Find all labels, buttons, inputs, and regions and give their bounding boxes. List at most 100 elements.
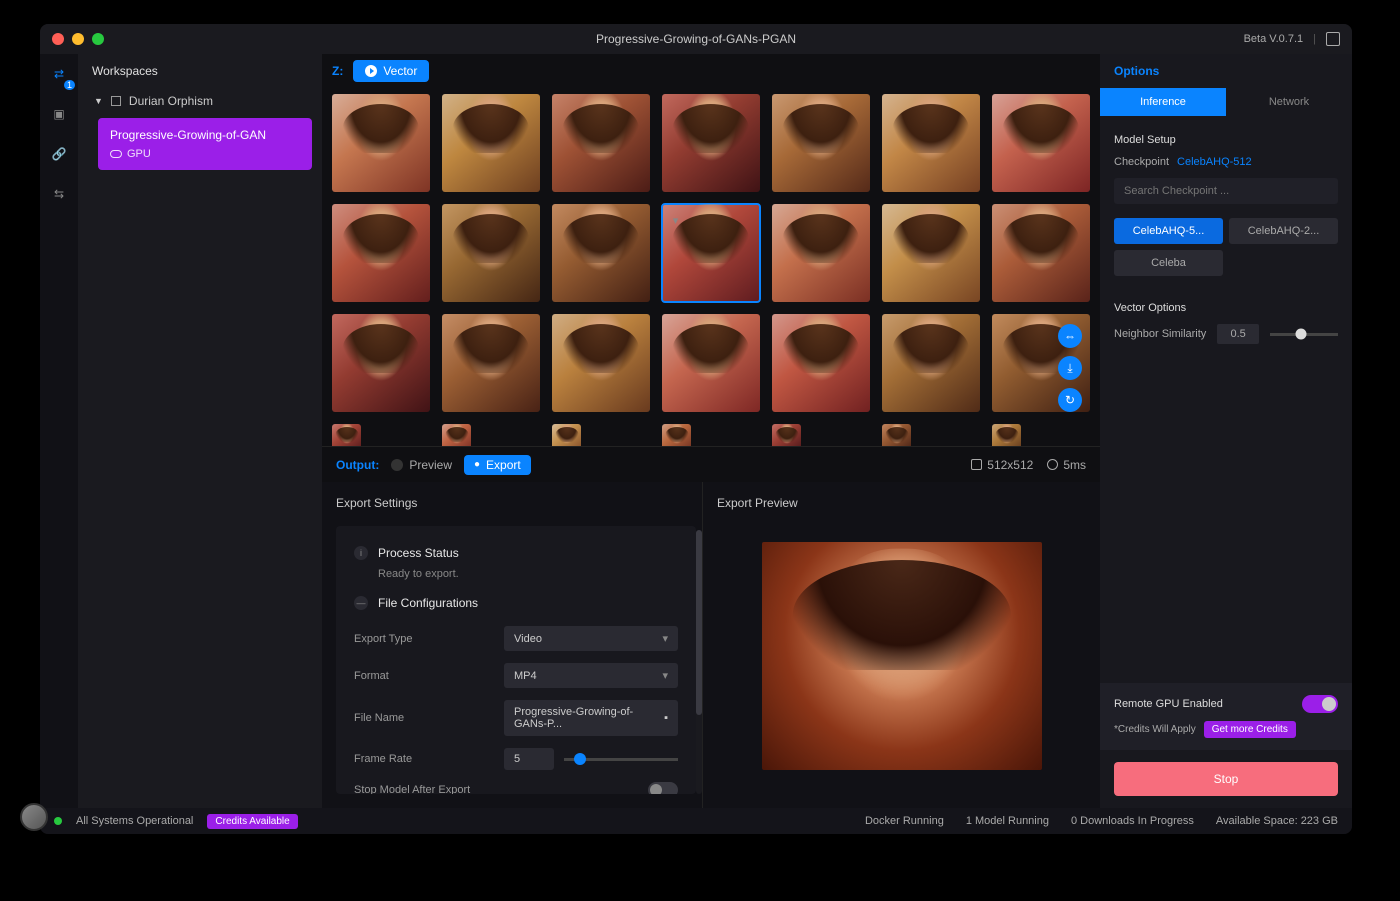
vector-button[interactable]: Vector: [353, 60, 429, 82]
stop-button[interactable]: Stop: [1114, 762, 1338, 796]
process-status-msg: Ready to export.: [378, 568, 678, 580]
grid-face[interactable]: [332, 204, 430, 302]
grid-face[interactable]: [662, 204, 760, 302]
options-body: Model Setup Checkpoint CelebAHQ-512 Cele…: [1100, 116, 1352, 683]
grid-face[interactable]: [772, 204, 870, 302]
gpu-title: Remote GPU Enabled: [1114, 698, 1223, 710]
user-avatar[interactable]: [20, 803, 48, 831]
format-select[interactable]: MP4: [504, 663, 678, 688]
filename-input[interactable]: Progressive-Growing-of-GANs-P...▪: [504, 700, 678, 736]
network-tab[interactable]: Network: [1226, 88, 1352, 116]
preview-tab[interactable]: Preview: [391, 458, 452, 472]
grid-face[interactable]: [772, 314, 870, 412]
status-models: 1 Model Running: [966, 815, 1049, 827]
grid-face[interactable]: [442, 424, 471, 446]
status-dot-icon: [54, 817, 62, 825]
grid-face[interactable]: [882, 424, 911, 446]
grid-face[interactable]: [992, 94, 1090, 192]
options-panel: Options Inference Network Model Setup Ch…: [1100, 54, 1352, 808]
lower-panels: Export Settings i Process Status Ready t…: [322, 482, 1100, 808]
output-size: 512x512: [971, 458, 1033, 472]
similarity-slider[interactable]: [1270, 333, 1338, 336]
statusbar: All Systems Operational Credits Availabl…: [40, 808, 1352, 834]
checkpoint-value[interactable]: CelebAHQ-512: [1177, 156, 1252, 168]
checkpoint-search-input[interactable]: [1114, 178, 1338, 204]
download-button[interactable]: ⤓: [1058, 356, 1082, 380]
grid-face[interactable]: [662, 424, 691, 446]
grid-face[interactable]: [992, 424, 1021, 446]
separator: |: [1313, 33, 1316, 45]
folder-icon[interactable]: ▪: [664, 712, 668, 724]
close-window-icon[interactable]: [52, 33, 64, 45]
export-panel: i Process Status Ready to export. — File…: [336, 526, 696, 794]
export-settings-panel: Export Settings i Process Status Ready t…: [322, 482, 702, 808]
gpu-toggle[interactable]: [1302, 695, 1338, 713]
status-operational: All Systems Operational: [76, 815, 193, 827]
grid-face[interactable]: [882, 204, 980, 302]
grid-face[interactable]: [662, 94, 760, 192]
workspace-name: Durian Orphism: [129, 94, 213, 108]
grid-face[interactable]: [992, 204, 1090, 302]
link-icon[interactable]: 🔗: [49, 144, 69, 164]
grid-face[interactable]: [332, 424, 361, 446]
grid-face[interactable]: [882, 314, 980, 412]
float-buttons: ⇔ ⤓ ↻: [1058, 324, 1082, 412]
grid-face[interactable]: [332, 314, 430, 412]
chevron-down-icon: ▼: [94, 96, 103, 106]
export-tab[interactable]: ●Export: [464, 455, 531, 475]
checkpoint-btn-1[interactable]: CelebAHQ-5...: [1114, 218, 1223, 244]
grid-face[interactable]: [882, 94, 980, 192]
inference-tab[interactable]: Inference: [1100, 88, 1226, 116]
gpu-panel: Remote GPU Enabled *Credits Will Apply G…: [1100, 683, 1352, 750]
z-label: Z:: [332, 64, 343, 78]
export-type-select[interactable]: Video: [504, 626, 678, 651]
refresh-button[interactable]: ↻: [1058, 388, 1082, 412]
file-config-header: — File Configurations: [354, 596, 678, 610]
window-controls: [52, 33, 104, 45]
similarity-label: Neighbor Similarity: [1114, 328, 1206, 340]
export-preview-panel: Export Preview: [702, 482, 1100, 808]
compare-button[interactable]: ⇔: [1058, 324, 1082, 348]
grid-face[interactable]: [552, 314, 650, 412]
grid-face[interactable]: [552, 204, 650, 302]
image-grid: [332, 94, 1090, 446]
model-card[interactable]: Progressive-Growing-of-GAN GPU: [98, 118, 312, 170]
status-space: Available Space: 223 GB: [1216, 815, 1338, 827]
minimize-window-icon[interactable]: [72, 33, 84, 45]
grid-face[interactable]: [772, 94, 870, 192]
chat-icon[interactable]: [1326, 32, 1340, 46]
size-icon: [971, 459, 982, 470]
grid-wrap: ⇔ ⤓ ↻: [322, 88, 1100, 446]
main: Z: Vector ⇔ ⤓ ↻ Output: Preview ●Export …: [322, 54, 1100, 808]
maximize-window-icon[interactable]: [92, 33, 104, 45]
swap-icon[interactable]: ⇄1: [49, 64, 69, 84]
app-title: Progressive-Growing-of-GANs-PGAN: [596, 32, 796, 46]
scrollbar[interactable]: [696, 530, 702, 794]
grid-face[interactable]: [442, 314, 540, 412]
grid-face[interactable]: [772, 424, 801, 446]
preview-image: [762, 542, 1042, 770]
model-setup-title: Model Setup: [1114, 134, 1338, 146]
grid-face[interactable]: [442, 204, 540, 302]
rail-badge: 1: [64, 80, 75, 90]
grid-face[interactable]: [552, 424, 581, 446]
framerate-input[interactable]: 5: [504, 748, 554, 770]
checkpoint-btn-3[interactable]: Celeba: [1114, 250, 1223, 276]
checkpoint-btn-2[interactable]: CelebAHQ-2...: [1229, 218, 1338, 244]
nav-rail: ⇄1 ▣ 🔗 ⇆: [40, 54, 78, 808]
collapse-icon[interactable]: —: [354, 596, 368, 610]
similarity-value[interactable]: 0.5: [1217, 324, 1259, 344]
circle-icon: [391, 459, 403, 471]
info-icon: i: [354, 546, 368, 560]
framerate-slider[interactable]: [564, 758, 678, 761]
flow-icon[interactable]: ⇆: [49, 184, 69, 204]
workspace-item[interactable]: ▼ Durian Orphism: [78, 88, 322, 114]
grid-face[interactable]: [442, 94, 540, 192]
grid-face[interactable]: [552, 94, 650, 192]
stop-model-toggle[interactable]: [648, 782, 678, 794]
get-credits-button[interactable]: Get more Credits: [1204, 721, 1296, 738]
cube-icon[interactable]: ▣: [49, 104, 69, 124]
grid-face[interactable]: [662, 314, 760, 412]
credits-badge[interactable]: Credits Available: [207, 814, 297, 829]
grid-face[interactable]: [332, 94, 430, 192]
